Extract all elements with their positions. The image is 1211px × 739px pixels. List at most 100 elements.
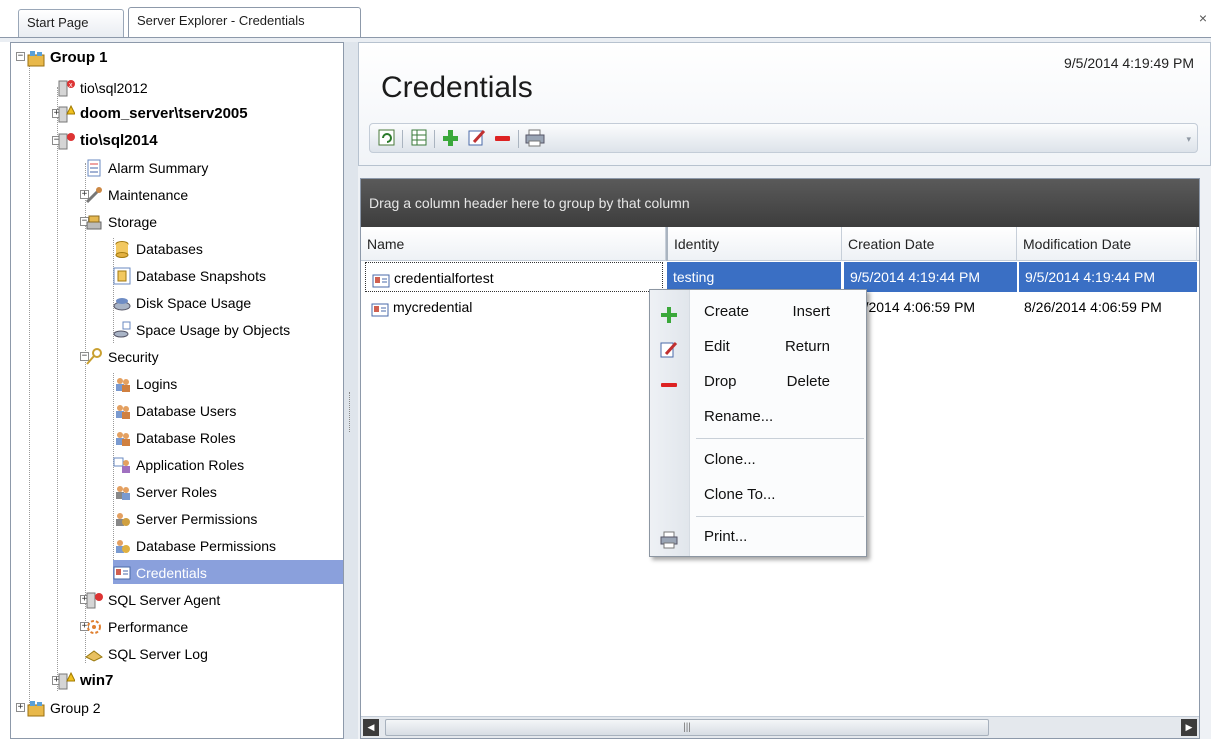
log-icon — [85, 645, 103, 663]
maintenance-tools-icon — [85, 186, 103, 204]
storage-icon — [85, 213, 103, 231]
tree-node-maintenance[interactable]: Maintenance — [85, 182, 191, 206]
credential-card-icon — [113, 564, 131, 582]
server-roles-icon — [113, 483, 131, 501]
tab-strip: Start Page Server Explorer - Credentials… — [0, 0, 1211, 42]
menu-item-edit[interactable]: Edit Return — [650, 330, 866, 364]
tree-node-alarm-summary[interactable]: Alarm Summary — [85, 155, 211, 179]
tree-node-server-roles[interactable]: Server Roles — [113, 479, 220, 503]
drop-minus-icon — [660, 373, 678, 391]
tree-node-database-roles[interactable]: Database Roles — [113, 425, 239, 449]
tree-node-security[interactable]: Security — [85, 344, 162, 368]
tree-node-disk-space-usage[interactable]: Disk Space Usage — [113, 290, 254, 314]
expand-icon[interactable]: + — [16, 703, 25, 712]
cell-identity[interactable]: testing — [667, 262, 841, 292]
key-icon — [85, 348, 103, 366]
create-plus-icon — [660, 303, 678, 323]
toolbar-separator — [402, 130, 403, 148]
printer-icon[interactable] — [524, 128, 546, 148]
svg-text:x: x — [69, 82, 73, 89]
tree-node-group-1[interactable]: Group 1 — [27, 45, 111, 69]
server-warning-icon — [57, 672, 76, 690]
tab-server-explorer[interactable]: Server Explorer - Credentials — [128, 7, 361, 37]
tree-line — [29, 63, 30, 713]
tree-node-database-permissions[interactable]: Database Permissions — [113, 533, 279, 557]
menu-item-rename[interactable]: Rename... — [650, 400, 866, 434]
timestamp: 9/5/2014 4:19:49 PM — [1064, 55, 1194, 71]
sql-agent-icon — [85, 591, 103, 609]
menu-separator — [696, 438, 864, 439]
roles-icon — [113, 429, 131, 447]
toolbar-separator — [518, 130, 519, 148]
column-header-modification-date[interactable]: Modification Date — [1017, 227, 1197, 261]
drop-minus-icon[interactable] — [492, 128, 514, 148]
create-plus-icon[interactable] — [440, 128, 462, 148]
scroll-right-arrow-icon[interactable]: ▶ — [1181, 719, 1197, 736]
cell-modification-date[interactable]: 9/5/2014 4:19:44 PM — [1018, 262, 1197, 292]
space-usage-icon — [113, 321, 131, 339]
credential-card-icon — [371, 299, 389, 317]
collapse-icon[interactable]: − — [16, 52, 25, 61]
database-permissions-icon — [113, 537, 131, 555]
tree-node-doom-server[interactable]: doom_server\tserv2005 — [57, 101, 251, 125]
tree-node-databases[interactable]: Databases — [113, 236, 206, 260]
page-title: Credentials — [381, 71, 533, 104]
server-warning-icon — [57, 105, 76, 123]
toolbar: ▾ — [369, 123, 1198, 153]
toolbar-overflow-chevron-icon[interactable]: ▾ — [1186, 134, 1191, 145]
cell-creation-date[interactable]: 9/5/2014 4:19:44 PM — [843, 262, 1017, 292]
group-by-panel[interactable]: Drag a column header here to group by th… — [361, 179, 1199, 227]
cell-name[interactable]: credentialfortest — [365, 262, 663, 292]
column-headers: Name Identity Creation Date Modification… — [361, 227, 1199, 261]
column-header-creation-date[interactable]: Creation Date — [842, 227, 1017, 261]
tree-node-win7[interactable]: win7 — [57, 668, 116, 692]
cell-modification-date[interactable]: 8/26/2014 4:06:59 PM — [1018, 292, 1197, 322]
tree-node-database-snapshots[interactable]: Database Snapshots — [113, 263, 269, 287]
tree-node-credentials[interactable]: Credentials — [113, 560, 343, 584]
tree-node-sql-server-log[interactable]: SQL Server Log — [85, 641, 211, 665]
menu-item-clone-to[interactable]: Clone To... — [650, 478, 866, 512]
toolbar-separator — [434, 130, 435, 148]
menu-item-create[interactable]: Create Insert — [650, 295, 866, 329]
refresh-icon[interactable] — [376, 128, 398, 148]
tree-node-server-permissions[interactable]: Server Permissions — [113, 506, 260, 530]
scroll-thumb[interactable]: ||| — [385, 719, 989, 736]
menu-item-clone[interactable]: Clone... — [650, 443, 866, 477]
alarm-summary-icon — [85, 159, 103, 177]
scroll-left-arrow-icon[interactable]: ◀ — [363, 719, 379, 736]
menu-item-print[interactable]: Print... — [650, 520, 866, 554]
column-header-identity[interactable]: Identity — [666, 227, 842, 261]
table-row[interactable]: credentialfortest testing 9/5/2014 4:19:… — [361, 262, 1199, 292]
tree-node-storage[interactable]: Storage — [85, 209, 160, 233]
panel-splitter[interactable] — [344, 42, 358, 739]
tab-start-page[interactable]: Start Page — [18, 9, 124, 37]
tree-node-tio-sql2012[interactable]: x tio\sql2012 — [57, 75, 151, 99]
cell-creation-date[interactable]: 26/2014 4:06:59 PM — [843, 292, 1017, 322]
tree-node-space-usage-by-objects[interactable]: Space Usage by Objects — [113, 317, 293, 341]
tree-node-group-2[interactable]: Group 2 — [27, 695, 104, 719]
app-roles-icon — [113, 456, 131, 474]
tree-node-tio-sql2014[interactable]: tio\sql2014 — [57, 128, 161, 152]
tree-node-performance[interactable]: Performance — [85, 614, 191, 638]
tree-node-application-roles[interactable]: Application Roles — [113, 452, 247, 476]
tree-line — [57, 87, 58, 691]
server-permissions-icon — [113, 510, 131, 528]
database-icon — [113, 240, 131, 259]
edit-icon[interactable] — [466, 128, 488, 148]
context-menu: Create Insert Edit Return Drop Delete Renam… — [649, 289, 867, 557]
server-error-icon: x — [57, 79, 75, 97]
performance-icon — [85, 618, 103, 636]
column-header-name[interactable]: Name — [361, 227, 666, 261]
column-chooser-icon[interactable] — [408, 128, 430, 148]
menu-item-drop[interactable]: Drop Delete — [650, 365, 866, 399]
menu-separator — [696, 516, 864, 517]
tree-node-sql-server-agent[interactable]: SQL Server Agent — [85, 587, 223, 611]
tree-node-database-users[interactable]: Database Users — [113, 398, 239, 422]
panel-header: Credentials 9/5/2014 4:19:49 PM ▾ — [358, 42, 1211, 166]
cell-name[interactable]: mycredential — [365, 292, 663, 322]
tree-node-logins[interactable]: Logins — [113, 371, 180, 395]
server-explorer-tree[interactable]: − Group 1 x tio\sql2012 + doom_server\tse… — [10, 42, 344, 739]
close-tab-icon[interactable]: × — [1199, 10, 1207, 26]
horizontal-scrollbar[interactable]: ◀ ||| ▶ — [361, 716, 1199, 738]
database-snapshot-icon — [113, 267, 131, 285]
